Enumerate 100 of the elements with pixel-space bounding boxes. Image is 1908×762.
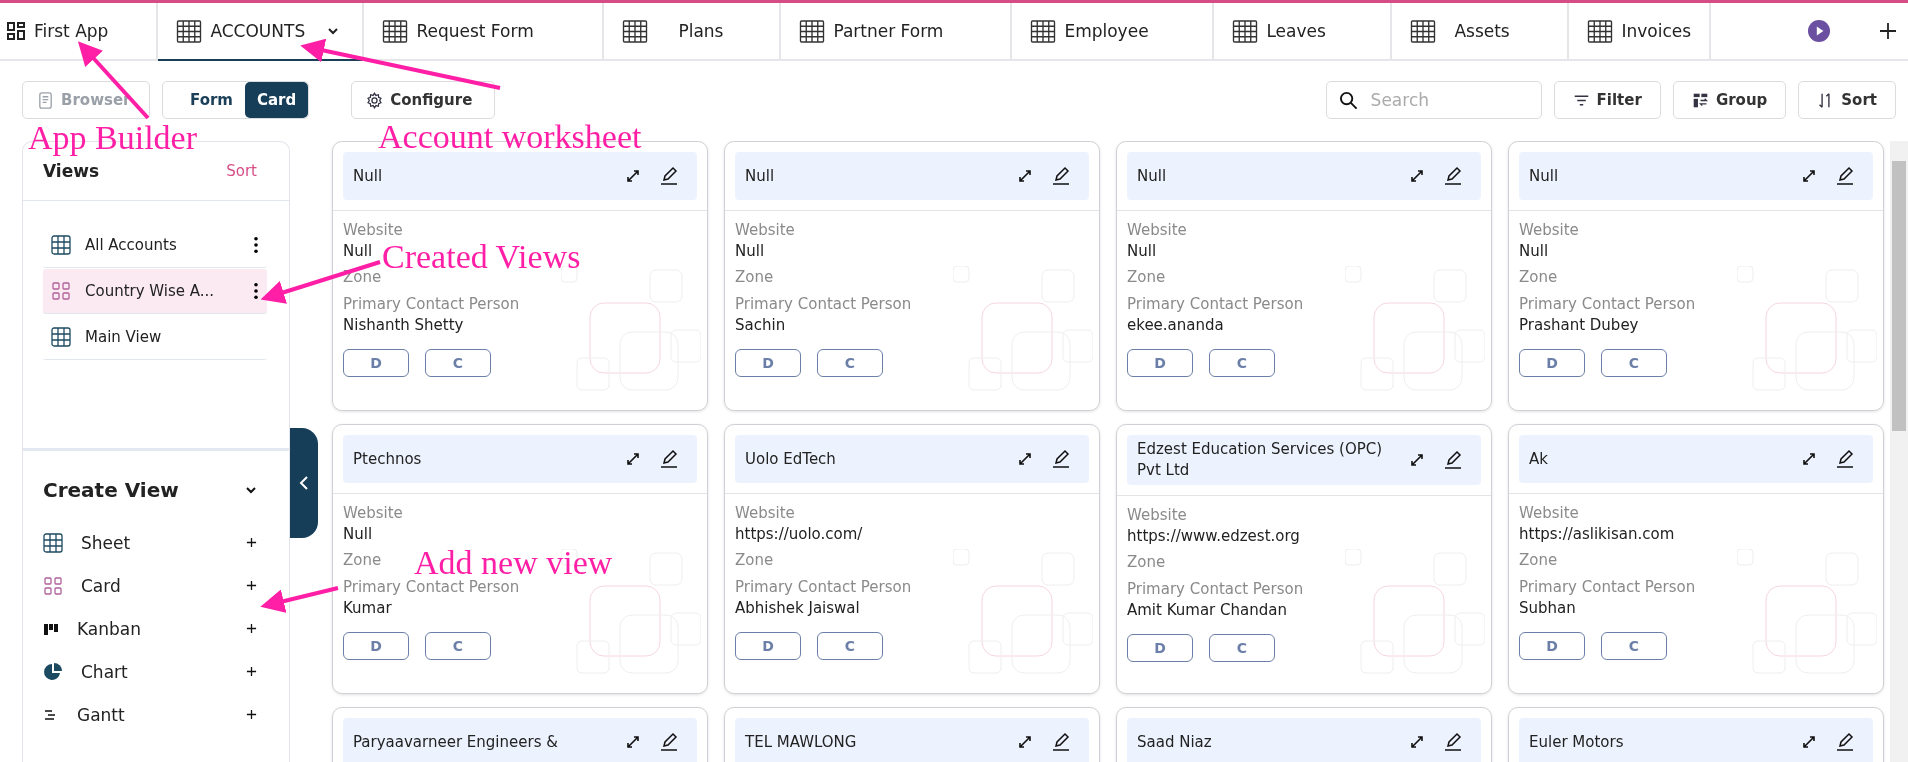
scrollbar[interactable] [1890,141,1908,762]
view-item[interactable]: All Accounts [43,223,267,268]
field-value: Null [1519,241,1549,262]
action-button[interactable]: C [1209,349,1275,377]
expand-icon[interactable] [625,168,641,184]
add-icon[interactable] [246,580,257,591]
action-button[interactable]: D [735,349,801,377]
expand-icon[interactable] [1409,168,1425,184]
table-icon [1030,19,1057,43]
pie-chart-icon [43,661,63,682]
action-button[interactable]: D [343,632,409,660]
table-icon [799,19,826,43]
add-icon[interactable] [246,537,257,548]
expand-icon[interactable] [625,734,641,750]
filter-button[interactable]: Filter [1553,81,1661,119]
expand-icon[interactable] [1409,452,1425,468]
edit-icon[interactable] [659,166,679,186]
tab[interactable]: Invoices [1569,3,1712,59]
tab[interactable]: Partner Form [781,3,1013,59]
field-label: Zone [1519,550,1558,571]
field-label: Website [1127,220,1187,241]
field-value: ekee.ananda [1127,315,1224,336]
scrollbar-thumb[interactable] [1892,161,1906,431]
view-item[interactable]: Main View [43,315,267,360]
edit-icon[interactable] [1835,732,1855,752]
expand-icon[interactable] [625,451,641,467]
group-button[interactable]: Group [1672,81,1787,119]
action-button[interactable]: C [1209,634,1275,662]
edit-icon[interactable] [659,732,679,752]
field-value: https://www.edzest.org [1127,526,1300,547]
field-label: Zone [735,267,774,288]
document-icon [37,91,54,109]
expand-icon[interactable] [1017,451,1033,467]
expand-icon[interactable] [1409,734,1425,750]
expand-icon[interactable] [1017,168,1033,184]
tab[interactable]: Plans [604,3,782,59]
more-options-icon[interactable] [253,282,259,300]
edit-icon[interactable] [1443,732,1463,752]
card-grid-icon [51,281,71,301]
action-button[interactable]: C [1601,349,1667,377]
action-button[interactable]: D [735,632,801,660]
table-icon [622,19,649,43]
field-label: Website [343,220,403,241]
action-button[interactable]: D [343,349,409,377]
create-view-option[interactable]: Kanban [43,607,257,650]
add-icon[interactable] [246,709,257,720]
expand-icon[interactable] [1801,168,1817,184]
tab[interactable]: Employee [1012,3,1215,59]
edit-icon[interactable] [1051,449,1071,469]
view-mode-option[interactable]: Card [245,82,309,118]
action-button[interactable]: C [425,349,491,377]
action-button[interactable]: C [425,632,491,660]
chevron-down-icon[interactable] [245,486,257,494]
sort-link[interactable]: Sort [226,162,257,180]
more-options-icon[interactable] [253,236,259,254]
action-button[interactable]: C [817,632,883,660]
search-icon [1338,91,1358,110]
view-item[interactable]: Country Wise A... [43,269,267,314]
add-icon[interactable] [1878,21,1898,41]
action-button[interactable]: D [1127,634,1193,662]
action-button[interactable]: D [1127,349,1193,377]
create-view-option[interactable]: Card [43,564,257,607]
expand-icon[interactable] [1801,734,1817,750]
search-field[interactable]: Search [1325,81,1542,119]
field-label: Primary Contact Person [1127,294,1304,315]
action-button[interactable]: C [1601,632,1667,660]
expand-icon[interactable] [1017,734,1033,750]
chevron-down-icon[interactable] [327,27,340,35]
edit-icon[interactable] [1443,450,1463,470]
create-view-option[interactable]: Chart [43,650,257,693]
create-view-option[interactable]: Sheet [43,521,257,564]
gear-icon [366,91,384,109]
field-label: Website [1127,505,1187,526]
table-icon [176,19,203,43]
add-icon[interactable] [246,666,257,677]
view-mode-option[interactable]: Form [178,82,245,118]
tab[interactable]: Assets [1392,3,1570,59]
expand-icon[interactable] [1801,451,1817,467]
play-icon[interactable] [1808,20,1830,42]
edit-icon[interactable] [659,449,679,469]
create-view-option[interactable]: Gantt [43,693,257,736]
sort-button[interactable]: Sort [1798,81,1896,119]
edit-icon[interactable] [1835,449,1855,469]
tab[interactable]: ACCOUNTS [156,3,365,59]
action-button[interactable]: D [1519,349,1585,377]
edit-icon[interactable] [1443,166,1463,186]
grid-icon [51,327,71,347]
tab[interactable]: First App [0,3,157,59]
edit-icon[interactable] [1051,732,1071,752]
group-icon [1691,91,1709,109]
action-button[interactable]: C [817,349,883,377]
collapse-sidebar-button[interactable] [290,428,318,538]
edit-icon[interactable] [1835,166,1855,186]
action-button[interactable]: D [1519,632,1585,660]
tab[interactable]: Request Form [364,3,605,59]
configure-button[interactable]: Configure [351,81,496,119]
add-icon[interactable] [246,623,257,634]
edit-icon[interactable] [1051,166,1071,186]
annotation-label: Created Views [382,240,581,274]
tab[interactable]: Leaves [1214,3,1393,59]
